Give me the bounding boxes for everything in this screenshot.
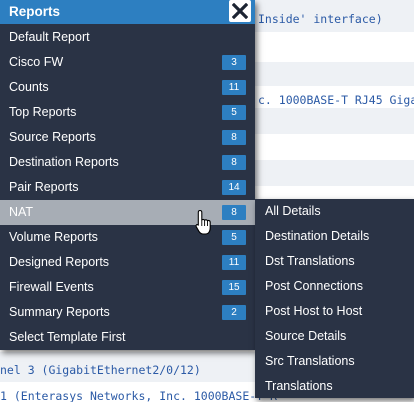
submenu-item-post-host-to-host[interactable]: Post Host to Host [255, 299, 414, 324]
menu-item-label: Default Report [9, 30, 90, 44]
submenu-item-label: Post Host to Host [265, 304, 363, 318]
menu-item-label: Select Template First [9, 330, 126, 344]
submenu-item-destination-details[interactable]: Destination Details [255, 224, 414, 249]
count-badge: 8 [222, 205, 246, 220]
menu-item-label: Destination Reports [9, 155, 119, 169]
menu-item-volume-reports[interactable]: Volume Reports 5 [0, 225, 255, 250]
count-badge: 2 [222, 305, 246, 320]
submenu-item-label: Destination Details [265, 229, 370, 243]
close-button[interactable] [229, 0, 251, 22]
count-badge: 11 [222, 255, 246, 270]
menu-item-label: Top Reports [9, 105, 77, 119]
menu-item-label: Volume Reports [9, 230, 98, 244]
menu-item-cisco-fw[interactable]: Cisco FW 3 [0, 50, 255, 75]
menu-item-label: Counts [9, 80, 49, 94]
background-link-text[interactable]: Inside' interface) [258, 12, 383, 26]
menu-item-source-reports[interactable]: Source Reports 8 [0, 125, 255, 150]
submenu-item-source-details[interactable]: Source Details [255, 324, 414, 349]
submenu-item-dst-translations[interactable]: Dst Translations [255, 249, 414, 274]
menu-item-label: NAT [9, 205, 34, 219]
menu-item-destination-reports[interactable]: Destination Reports 8 [0, 150, 255, 175]
nat-submenu: All Details Destination Details Dst Tran… [255, 199, 414, 398]
count-badge: 8 [222, 130, 246, 145]
submenu-item-label: Src Translations [265, 354, 355, 368]
submenu-item-label: All Details [265, 204, 321, 218]
count-badge: 14 [222, 180, 246, 195]
menu-item-label: Firewall Events [9, 280, 94, 294]
menu-item-label: Cisco FW [9, 55, 64, 69]
close-icon [232, 3, 248, 19]
submenu-item-src-translations[interactable]: Src Translations [255, 349, 414, 374]
menu-item-label: Source Reports [9, 130, 96, 144]
hand-pointer-icon [195, 209, 211, 235]
submenu-item-all-details[interactable]: All Details [255, 199, 414, 224]
count-badge: 11 [222, 80, 246, 95]
menu-item-default-report[interactable]: Default Report [0, 25, 255, 50]
background-link-text[interactable]: c. 1000BASE-T RJ45 Gigab [258, 93, 414, 107]
count-badge: 5 [222, 105, 246, 120]
menu-header: Reports [0, 0, 255, 24]
count-badge: 5 [222, 230, 246, 245]
count-badge: 15 [222, 280, 246, 295]
menu-item-summary-reports[interactable]: Summary Reports 2 [0, 300, 255, 325]
submenu-item-label: Post Connections [265, 279, 363, 293]
submenu-item-translations[interactable]: Translations [255, 374, 414, 399]
menu-item-designed-reports[interactable]: Designed Reports 11 [0, 250, 255, 275]
submenu-item-label: Translations [265, 379, 333, 393]
background-link-text[interactable]: 1 (Enterasys Networks, Inc. 1000BASE-T R [0, 389, 277, 402]
submenu-item-label: Source Details [265, 329, 347, 343]
background-link-text[interactable]: nel 3 (GigabitEthernet2/0/12) [0, 363, 201, 377]
menu-item-firewall-events[interactable]: Firewall Events 15 [0, 275, 255, 300]
submenu-item-label: Dst Translations [265, 254, 355, 268]
menu-item-counts[interactable]: Counts 11 [0, 75, 255, 100]
menu-item-select-template-first[interactable]: Select Template First [0, 325, 255, 350]
menu-item-label: Designed Reports [9, 255, 110, 269]
menu-item-label: Pair Reports [9, 180, 79, 194]
menu-item-pair-reports[interactable]: Pair Reports 14 [0, 175, 255, 200]
count-badge: 3 [222, 55, 246, 70]
menu-item-top-reports[interactable]: Top Reports 5 [0, 100, 255, 125]
submenu-item-post-connections[interactable]: Post Connections [255, 274, 414, 299]
reports-menu: Reports Default Report Cisco FW 3 Counts… [0, 0, 255, 350]
count-badge: 8 [222, 155, 246, 170]
menu-item-nat[interactable]: NAT 8 [0, 200, 255, 225]
menu-title: Reports [9, 4, 61, 19]
menu-item-label: Summary Reports [9, 305, 110, 319]
